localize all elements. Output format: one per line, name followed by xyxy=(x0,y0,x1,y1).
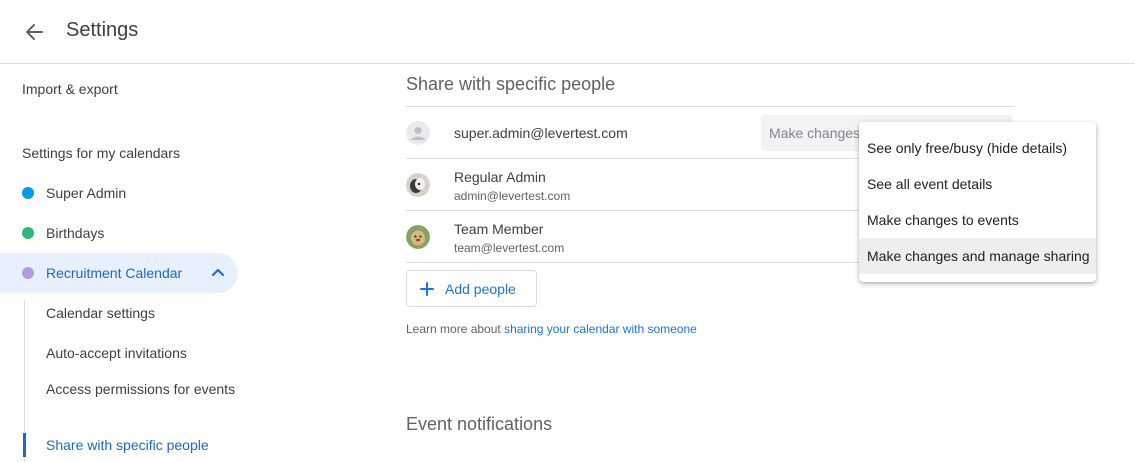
avatar xyxy=(406,225,430,249)
dropdown-option-make-changes[interactable]: Make changes to events xyxy=(859,202,1096,238)
calendar-name: Super Admin xyxy=(46,185,127,201)
learn-more-prefix: Learn more about xyxy=(406,322,505,336)
dropdown-option-all-details[interactable]: See all event details xyxy=(859,166,1096,202)
calendar-color-dot xyxy=(22,227,34,239)
notifications-section-title: Event notifications xyxy=(406,414,553,434)
arrow-back-icon xyxy=(26,24,43,40)
add-people-button[interactable]: Add people xyxy=(406,270,537,307)
calendar-name: Recruitment Calendar xyxy=(46,265,183,281)
avatar xyxy=(406,173,430,197)
plus-icon xyxy=(420,281,434,296)
back-button[interactable] xyxy=(20,18,48,46)
person-email: admin@levertest.com xyxy=(454,189,571,203)
permission-dropdown-menu: See only free/busy (hide details) See al… xyxy=(859,122,1096,282)
settings-sidebar: Import & export Settings for my calendar… xyxy=(0,65,250,462)
calendar-color-dot xyxy=(22,187,34,199)
settings-header: Settings xyxy=(0,0,1135,64)
sidebar-subitem-auto-accept[interactable]: Auto-accept invitations xyxy=(46,343,236,363)
default-avatar-icon xyxy=(406,121,430,145)
sidebar-calendar-birthdays[interactable]: Birthdays xyxy=(0,213,238,253)
learn-more-link[interactable]: sharing your calendar with someone xyxy=(504,322,697,336)
sidebar-item-import-export[interactable]: Import & export xyxy=(22,81,118,97)
sidebar-calendar-super-admin[interactable]: Super Admin xyxy=(0,173,238,213)
chevron-up-icon[interactable] xyxy=(210,265,226,281)
dropdown-option-manage-sharing[interactable]: Make changes and manage sharing xyxy=(859,238,1096,274)
sidebar-subitem-calendar-settings[interactable]: Calendar settings xyxy=(46,303,236,323)
person-name: Regular Admin xyxy=(454,169,546,185)
sidebar-heading-my-calendars: Settings for my calendars xyxy=(22,145,180,161)
learn-more-text: Learn more about sharing your calendar w… xyxy=(406,322,697,336)
sidebar-calendar-recruitment[interactable]: Recruitment Calendar xyxy=(0,253,238,293)
calendar-color-dot xyxy=(22,267,34,279)
sidebar-subitem-share-people[interactable]: Share with specific people xyxy=(46,435,236,455)
person-email: super.admin@levertest.com xyxy=(454,125,628,141)
add-people-label: Add people xyxy=(445,280,516,297)
active-indicator xyxy=(23,433,26,457)
page-title: Settings xyxy=(66,19,139,41)
sidebar-subitem-access-permissions[interactable]: Access permissions for events xyxy=(46,379,236,399)
calendar-name: Birthdays xyxy=(46,225,105,241)
dropdown-option-free-busy[interactable]: See only free/busy (hide details) xyxy=(859,130,1096,166)
person-email: team@levertest.com xyxy=(454,241,565,255)
share-section-title: Share with specific people xyxy=(406,74,616,94)
person-name: Team Member xyxy=(454,221,544,237)
